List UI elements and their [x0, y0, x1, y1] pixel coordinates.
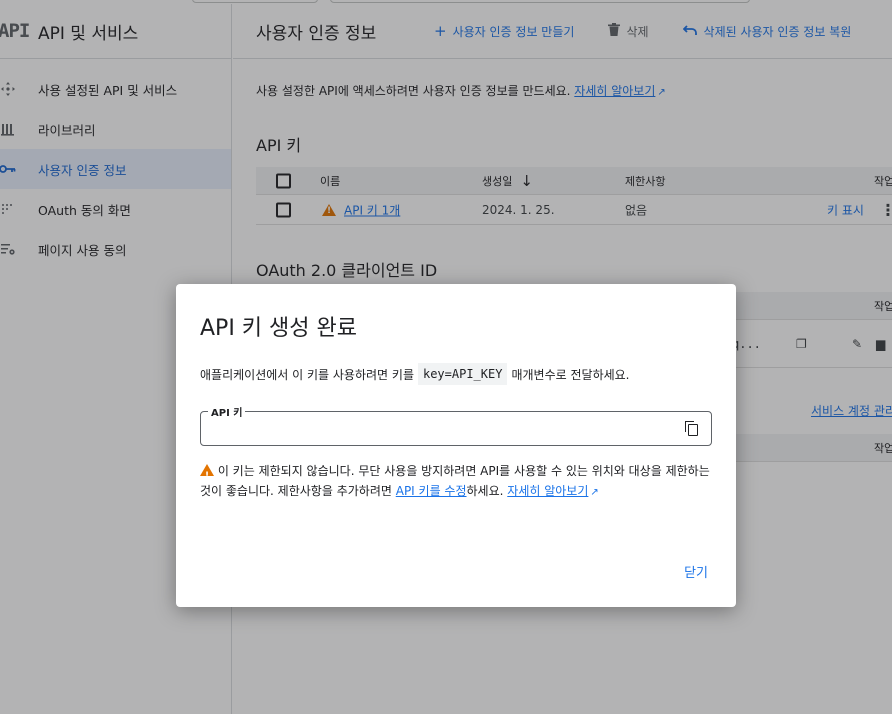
- instructions-after: 매개변수로 전달하세요.: [511, 367, 630, 382]
- api-key-field: API 키: [200, 404, 712, 446]
- unrestricted-warning: 이 키는 제한되지 않습니다. 무단 사용을 방지하려면 API를 사용할 수 …: [200, 461, 716, 503]
- copy-icon[interactable]: [685, 421, 699, 437]
- instructions-before: 애플리케이션에서 이 키를 사용하려면 키를: [200, 367, 414, 382]
- dialog-title: API 키 생성 완료: [200, 316, 357, 341]
- edit-api-key-link[interactable]: API 키를 수정: [396, 484, 467, 498]
- api-key-field-label: API 키: [208, 404, 246, 419]
- external-link-icon: ↗: [590, 487, 599, 498]
- api-key-input[interactable]: [209, 418, 669, 438]
- dialog-instructions: 애플리케이션에서 이 키를 사용하려면 키를 key=API_KEY 매개변수로…: [200, 363, 630, 385]
- close-button[interactable]: 닫기: [684, 562, 708, 581]
- warning-icon: [200, 464, 214, 486]
- api-key-created-dialog: API 키 생성 완료 애플리케이션에서 이 키를 사용하려면 키를 key=A…: [176, 284, 736, 607]
- api-key-param-code: key=API_KEY: [417, 363, 508, 385]
- learn-more-link[interactable]: 자세히 알아보기: [507, 484, 588, 498]
- warning-mid: 하세요.: [466, 484, 504, 498]
